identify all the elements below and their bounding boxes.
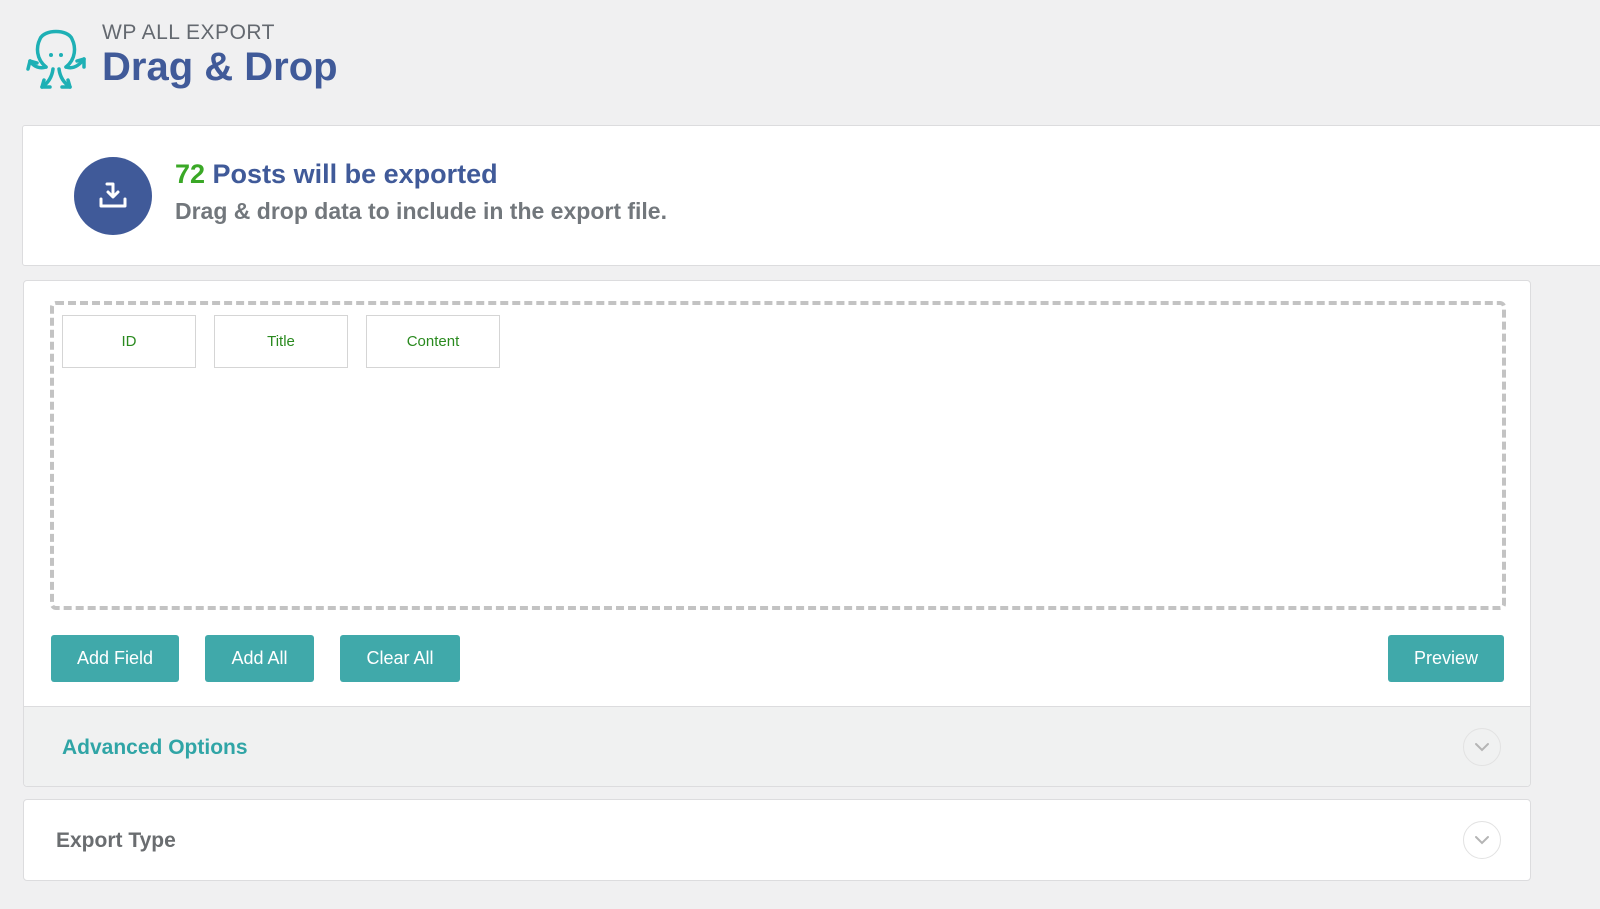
field-drop-zone[interactable]: ID Title Content xyxy=(50,301,1506,610)
octopus-logo-icon xyxy=(26,29,86,89)
preview-button[interactable]: Preview xyxy=(1388,635,1504,682)
chevron-down-icon[interactable] xyxy=(1463,728,1501,766)
field-builder-panel: ID Title Content Add Field Add All Clear… xyxy=(23,280,1531,787)
add-field-button[interactable]: Add Field xyxy=(51,635,179,682)
export-summary-card: 72 Posts will be exported Drag & drop da… xyxy=(22,125,1600,266)
add-all-button[interactable]: Add All xyxy=(205,635,314,682)
advanced-options-section[interactable]: Advanced Options xyxy=(24,706,1530,786)
export-count-heading: 72 Posts will be exported xyxy=(175,159,498,190)
export-field-id[interactable]: ID xyxy=(62,315,196,368)
page-title: Drag & Drop xyxy=(102,45,338,89)
export-field-title[interactable]: Title xyxy=(214,315,348,368)
brand-name: WP ALL EXPORT xyxy=(102,21,276,44)
export-count-text: Posts will be exported xyxy=(205,159,498,189)
export-count: 72 xyxy=(175,159,206,189)
page-header: WP ALL EXPORT Drag & Drop xyxy=(22,18,338,92)
advanced-options-label[interactable]: Advanced Options xyxy=(62,736,248,760)
export-field-content[interactable]: Content xyxy=(366,315,500,368)
download-icon xyxy=(74,157,152,235)
export-instructions: Drag & drop data to include in the expor… xyxy=(175,198,667,224)
clear-all-button[interactable]: Clear All xyxy=(340,635,460,682)
export-type-section[interactable]: Export Type xyxy=(23,799,1531,881)
chevron-down-icon[interactable] xyxy=(1463,821,1501,859)
export-type-label[interactable]: Export Type xyxy=(56,829,176,853)
